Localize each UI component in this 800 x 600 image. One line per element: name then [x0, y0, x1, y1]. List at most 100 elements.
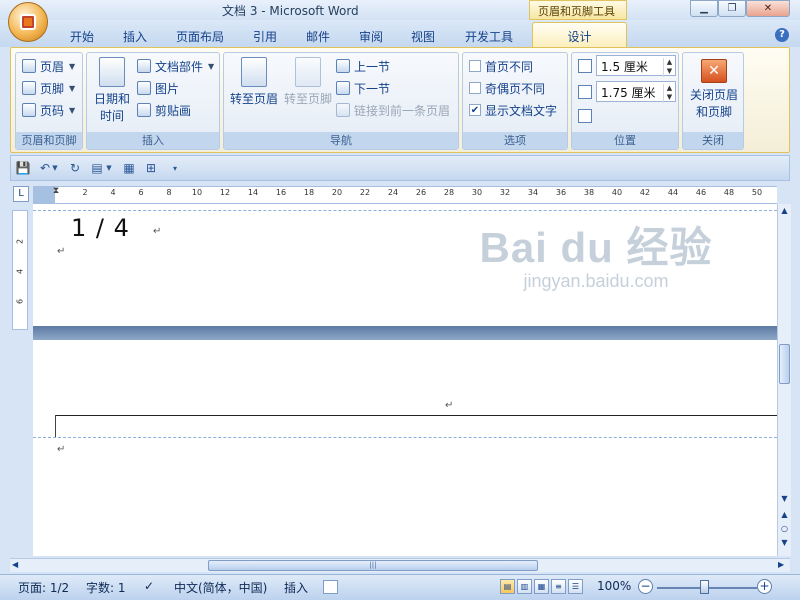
- web-layout-icon[interactable]: ▦: [534, 579, 549, 594]
- restore-icon: ❐: [727, 3, 737, 14]
- horizontal-scrollbar[interactable]: ◀ ||| ▶: [10, 558, 790, 572]
- tab-review[interactable]: 审阅: [359, 28, 383, 45]
- paragraph-mark: ↵: [153, 226, 162, 237]
- minimize-icon: ▁: [700, 3, 708, 14]
- quick-parts-button[interactable]: 文档部件 ▼: [137, 57, 214, 75]
- tab-selector[interactable]: L: [13, 186, 29, 202]
- tab-design[interactable]: 设计: [532, 22, 627, 48]
- scroll-up-icon[interactable]: ▲: [778, 204, 791, 218]
- dropdown-arrow-icon: ▼: [69, 83, 76, 93]
- save-icon[interactable]: 💾: [15, 160, 31, 176]
- clip-art-button[interactable]: 剪贴画: [137, 101, 191, 119]
- maximize-button[interactable]: ❐: [718, 0, 746, 17]
- language-indicator[interactable]: 中文(简体，中国): [174, 579, 267, 596]
- footer-button[interactable]: 页脚 ▼: [22, 79, 75, 97]
- page-number-field[interactable]: 1 / 4: [71, 214, 130, 242]
- header-corner-mark: [55, 415, 56, 437]
- horizontal-scroll-thumb[interactable]: |||: [208, 560, 538, 571]
- ruler-tick: 10: [191, 188, 203, 197]
- tab-view[interactable]: 视图: [411, 28, 435, 45]
- zoom-level[interactable]: 100%: [597, 579, 631, 593]
- zoom-slider-thumb[interactable]: [700, 580, 709, 594]
- goto-header-label: 转至页眉: [229, 92, 278, 106]
- previous-section-button[interactable]: 上一节: [336, 57, 390, 75]
- next-section-label: 下一节: [354, 81, 391, 96]
- browse-object-icon[interactable]: ○: [778, 522, 791, 536]
- indent-marker-icon[interactable]: ⧗: [51, 186, 61, 204]
- new-document-icon[interactable]: ▤: [89, 160, 105, 176]
- macro-record-icon[interactable]: [323, 580, 338, 594]
- spin-arrows-icon[interactable]: ▲ ▼: [663, 58, 675, 77]
- ribbon: 页眉 ▼ 页脚 ▼ 页码 ▼ 页眉和页脚 日期和 时间 文档部件 ▼ 图片 剪贴画 插入…: [10, 47, 790, 153]
- picture-label: 图片: [155, 81, 180, 96]
- page-indicator[interactable]: 页面: 1/2: [18, 579, 69, 596]
- scroll-down-icon[interactable]: ▼: [778, 492, 791, 506]
- footer-boundary: [33, 210, 777, 211]
- goto-footer-label: 转至页脚: [283, 92, 332, 106]
- header-button[interactable]: 页眉 ▼: [22, 57, 75, 75]
- print-layout-view-icon[interactable]: ▤: [500, 579, 515, 594]
- different-odd-even-checkbox[interactable]: 奇偶页不同: [469, 79, 545, 97]
- group-label: 导航: [224, 132, 458, 149]
- paragraph-mark: ↵: [57, 246, 66, 257]
- group-options: 首页不同 奇偶页不同 ✔ 显示文档文字 选项: [462, 52, 568, 150]
- header-distance-spinner[interactable]: 1.5 厘米 ▲ ▼: [596, 55, 676, 77]
- vruler-tick: 6: [15, 298, 25, 305]
- page-2[interactable]: [33, 340, 777, 556]
- draft-view-icon[interactable]: ☰: [568, 579, 583, 594]
- office-button[interactable]: [8, 2, 48, 42]
- close-header-footer-button[interactable]: ✕ 关闭页眉 和页脚: [685, 55, 743, 121]
- vertical-ruler[interactable]: 2 4 6: [12, 210, 28, 330]
- scroll-right-icon[interactable]: ▶: [778, 560, 784, 569]
- spin-arrows-icon[interactable]: ▲ ▼: [663, 84, 675, 103]
- word-count[interactable]: 字数: 1: [86, 579, 126, 596]
- different-odd-even-label: 奇偶页不同: [485, 81, 546, 96]
- customize-icon[interactable]: ⊞: [143, 160, 159, 176]
- minimize-button[interactable]: ▁: [690, 0, 718, 17]
- ruler-tick: 46: [695, 188, 707, 197]
- next-section-button[interactable]: 下一节: [336, 79, 390, 97]
- insert-alignment-tab-icon[interactable]: [578, 109, 592, 123]
- page-number-button[interactable]: 页码 ▼: [22, 101, 75, 119]
- close-window-button[interactable]: ✕: [746, 0, 790, 17]
- ruler-tick: 48: [723, 188, 735, 197]
- proofing-icon[interactable]: ✓: [144, 579, 154, 593]
- goto-header-button[interactable]: 转至页眉: [228, 57, 280, 108]
- goto-footer-button[interactable]: 转至页脚: [282, 57, 334, 108]
- print-preview-icon[interactable]: ▦: [121, 160, 137, 176]
- tab-references[interactable]: 引用: [253, 28, 277, 45]
- vertical-scroll-thumb[interactable]: [779, 344, 790, 384]
- vertical-scrollbar[interactable]: ▲ ▼ ▲ ○ ▼: [777, 204, 791, 556]
- dropdown-arrow-icon: ▼: [69, 105, 76, 115]
- previous-page-icon[interactable]: ▲: [778, 508, 791, 522]
- tab-insert[interactable]: 插入: [123, 28, 147, 45]
- ruler-tick: 14: [247, 188, 259, 197]
- link-to-previous-button[interactable]: 链接到前一条页眉: [336, 101, 450, 119]
- redo-icon[interactable]: ↻: [67, 160, 83, 176]
- tab-developer[interactable]: 开发工具: [465, 28, 513, 45]
- full-screen-reading-icon[interactable]: ▥: [517, 579, 532, 594]
- ruler-tick: 22: [359, 188, 371, 197]
- date-time-button[interactable]: 日期和 时间: [89, 57, 135, 125]
- undo-dropdown-icon[interactable]: ▼: [51, 160, 59, 176]
- next-page-icon[interactable]: ▼: [778, 536, 791, 550]
- header-distance-icon: [578, 59, 592, 73]
- zoom-out-icon[interactable]: −: [638, 579, 653, 594]
- tab-page-layout[interactable]: 页面布局: [176, 28, 224, 45]
- new-dropdown-icon[interactable]: ▼: [105, 160, 113, 176]
- customize-toolbar-dropdown-icon[interactable]: ▾: [167, 160, 183, 176]
- tab-home[interactable]: 开始: [70, 28, 94, 45]
- show-document-text-checkbox[interactable]: ✔ 显示文档文字: [469, 101, 557, 119]
- zoom-in-icon[interactable]: +: [757, 579, 772, 594]
- help-icon[interactable]: ?: [775, 28, 789, 42]
- different-first-page-checkbox[interactable]: 首页不同: [469, 57, 533, 75]
- picture-button[interactable]: 图片: [137, 79, 179, 97]
- status-bar: 页面: 1/2 字数: 1 ✓ 中文(简体，中国) 插入 ▤ ▥ ▦ ≡ ☰ 1…: [0, 574, 800, 600]
- horizontal-ruler[interactable]: [33, 186, 777, 204]
- scroll-left-icon[interactable]: ◀: [12, 560, 18, 569]
- tab-mailings[interactable]: 邮件: [306, 28, 330, 45]
- footer-distance-spinner[interactable]: 1.75 厘米 ▲ ▼: [596, 81, 676, 103]
- outline-view-icon[interactable]: ≡: [551, 579, 566, 594]
- group-navigation: 转至页眉 转至页脚 上一节 下一节 链接到前一条页眉 导航: [223, 52, 459, 150]
- insert-mode-indicator[interactable]: 插入: [284, 579, 308, 596]
